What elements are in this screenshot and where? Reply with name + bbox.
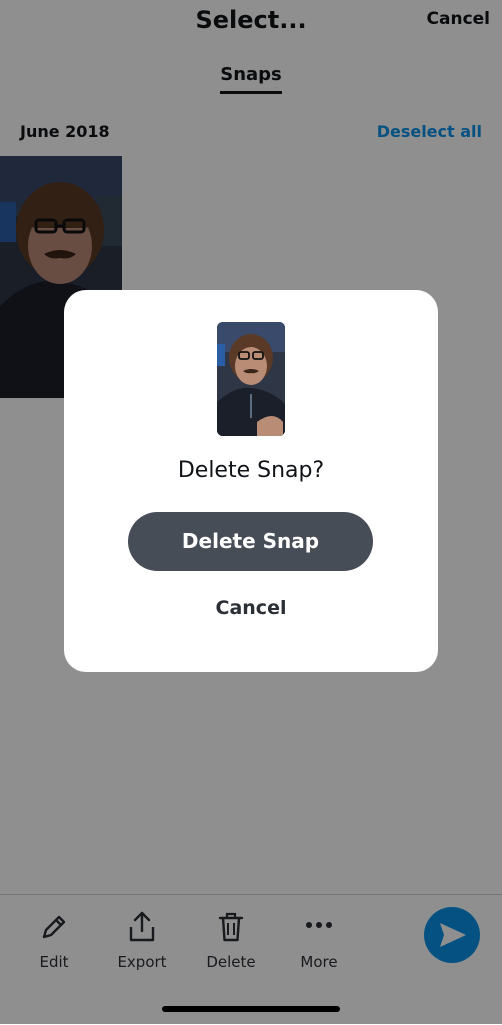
delete-dialog: Delete Snap? Delete Snap Cancel (64, 290, 438, 672)
dialog-question: Delete Snap? (177, 458, 325, 483)
dialog-snap-preview (217, 322, 285, 436)
dialog-snap-photo (217, 322, 285, 436)
dialog-cancel-button[interactable]: Cancel (64, 597, 438, 619)
confirm-delete-button[interactable]: Delete Snap (128, 512, 373, 571)
